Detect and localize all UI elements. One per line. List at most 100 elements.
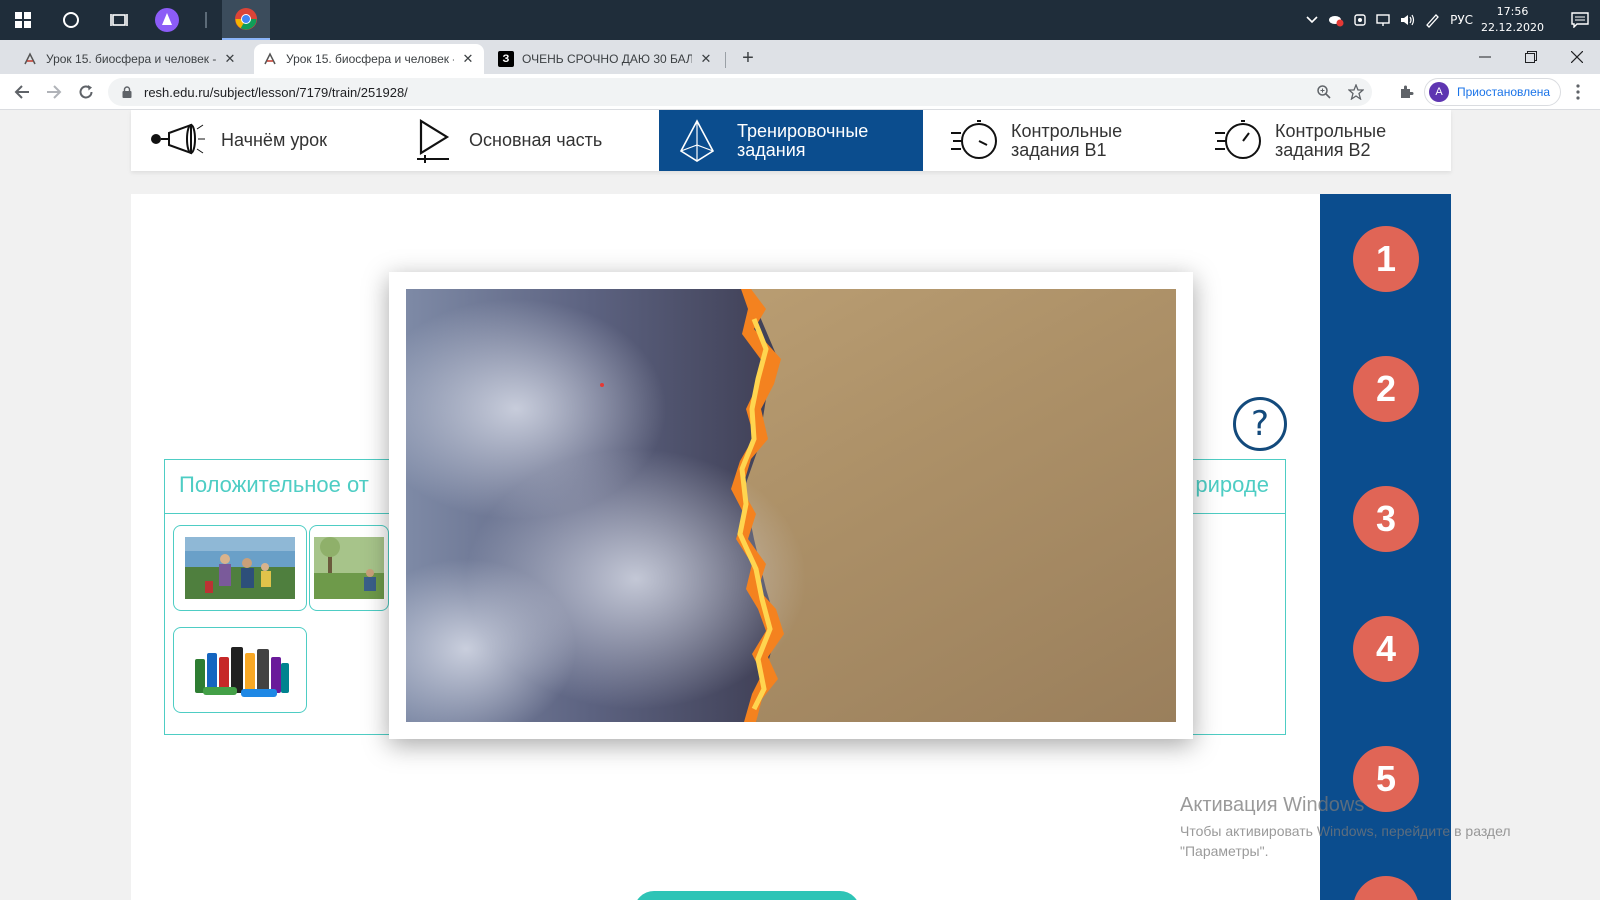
megaphone-icon — [147, 119, 207, 163]
windows-activation-watermark: Активация Windows Чтобы активировать Win… — [1180, 794, 1511, 861]
system-tray: РУС 17:56 22.12.2020 — [1300, 0, 1600, 40]
windows-logo-icon — [15, 12, 31, 28]
bookmark-star-icon[interactable] — [1340, 78, 1372, 106]
task-number-button[interactable]: 1 — [1353, 226, 1419, 292]
browser-tab[interactable]: З ОЧЕНЬ СРОЧНО ДАЮ 30 БАЛЛ ✕ — [490, 44, 722, 74]
nav-control-tasks-b1[interactable]: Контрольные задания В1 — [923, 110, 1187, 171]
stopwatch-icon — [945, 119, 1005, 163]
page-scrollbar[interactable] — [1588, 110, 1600, 900]
restore-icon — [1525, 51, 1537, 63]
batteries-photo — [185, 639, 295, 701]
nav-training-tasks[interactable]: Тренировочные задания — [659, 110, 923, 171]
forward-arrow-icon — [47, 85, 62, 99]
nav-start-lesson[interactable]: Начнём урок — [131, 110, 395, 171]
chrome-icon — [235, 8, 257, 30]
new-tab-button[interactable]: + — [736, 46, 760, 70]
close-window-button[interactable] — [1554, 40, 1600, 74]
web-page: Начнём урок Основная часть Тренировочные… — [0, 110, 1600, 900]
task-number-button-partial[interactable] — [1353, 876, 1419, 900]
search-button[interactable] — [48, 0, 94, 40]
nav-label: Начнём урок — [221, 130, 328, 150]
chrome-menu-kebab-icon[interactable] — [1566, 80, 1590, 104]
watermark-title: Активация Windows — [1180, 794, 1365, 816]
image-zoom-popup[interactable] — [389, 272, 1193, 739]
lesson-navigation: Начнём урок Основная часть Тренировочные… — [131, 110, 1451, 171]
chrome-taskbar-button[interactable] — [222, 0, 270, 40]
tab-title: Урок 15. биосфера и человек - — [286, 52, 454, 66]
input-language[interactable]: РУС — [1450, 13, 1473, 27]
close-icon — [1571, 51, 1583, 63]
alice-assistant-icon — [155, 8, 179, 32]
profile-status-label: Приостановлена — [1457, 85, 1551, 99]
check-answer-button[interactable] — [634, 891, 860, 900]
volume-icon[interactable] — [1396, 0, 1420, 40]
clock-time: 17:56 — [1496, 5, 1529, 18]
resh-favicon-icon — [262, 51, 278, 67]
forward-button[interactable] — [40, 78, 68, 106]
people-park-photo — [314, 537, 384, 599]
windows-start-button[interactable] — [0, 0, 46, 40]
cloud-error-icon[interactable] — [1324, 0, 1348, 40]
browser-tab-strip: Урок 15. биосфера и человек - ✕ Урок 15.… — [0, 40, 1600, 74]
url-text[interactable]: resh.edu.ru/subject/lesson/7179/train/25… — [144, 85, 1308, 100]
tab-separator — [725, 52, 726, 68]
help-button[interactable]: ? — [1233, 397, 1287, 451]
tab-close-icon[interactable]: ✕ — [222, 51, 238, 67]
pen-icon[interactable] — [1420, 0, 1444, 40]
column-heading-negative: рироде — [1195, 472, 1269, 497]
grass-fire-photo — [406, 289, 1176, 722]
nav-label: Контрольные задания В2 — [1275, 120, 1387, 160]
task-view-icon — [110, 14, 128, 26]
taskbar-clock[interactable]: 17:56 22.12.2020 — [1481, 4, 1544, 36]
zoom-icon[interactable] — [1308, 78, 1340, 106]
windows-taskbar: РУС 17:56 22.12.2020 — [0, 0, 1600, 40]
question-mark-icon: ? — [1250, 404, 1270, 444]
task-number-button[interactable]: 4 — [1353, 616, 1419, 682]
task-view-button[interactable] — [96, 0, 142, 40]
tab-close-icon[interactable]: ✕ — [460, 51, 476, 67]
play-icon — [403, 118, 463, 163]
stopwatch-icon — [1209, 119, 1269, 163]
extensions-puzzle-icon[interactable] — [1394, 80, 1418, 104]
alice-button[interactable] — [144, 0, 190, 40]
back-arrow-icon — [14, 85, 29, 99]
nav-main-part[interactable]: Основная часть — [395, 110, 659, 171]
browser-tab[interactable]: Урок 15. биосфера и человек - ✕ — [14, 44, 246, 74]
lock-icon[interactable] — [120, 86, 134, 98]
nav-label: Тренировочные задания — [737, 120, 869, 160]
notification-icon — [1571, 12, 1589, 28]
column-heading-positive: Положительное от — [179, 472, 369, 497]
tab-title: Урок 15. биосфера и человек - — [46, 52, 216, 66]
chevron-up-icon[interactable] — [1300, 0, 1324, 40]
tab-title: ОЧЕНЬ СРОЧНО ДАЮ 30 БАЛЛ — [522, 52, 692, 66]
restore-button[interactable] — [1508, 40, 1554, 74]
minimize-icon — [1479, 56, 1491, 58]
task-number-button[interactable]: 2 — [1353, 356, 1419, 422]
minimize-button[interactable] — [1462, 40, 1508, 74]
znanija-favicon-icon: З — [498, 51, 514, 67]
nav-label: Основная часть — [469, 130, 603, 150]
network-icon[interactable] — [1372, 0, 1396, 40]
pyramid-icon — [667, 118, 727, 163]
back-button[interactable] — [8, 78, 36, 106]
draggable-image-card[interactable] — [173, 627, 307, 713]
nav-control-tasks-b2[interactable]: Контрольные задания В2 — [1187, 110, 1451, 171]
draggable-image-card[interactable] — [309, 525, 389, 611]
browser-tab-active[interactable]: Урок 15. биосфера и человек - ✕ — [254, 44, 484, 74]
notification-center-button[interactable] — [1560, 0, 1600, 40]
address-bar[interactable]: resh.edu.ru/subject/lesson/7179/train/25… — [108, 78, 1372, 106]
clock-date: 22.12.2020 — [1481, 21, 1544, 34]
browser-toolbar: resh.edu.ru/subject/lesson/7179/train/25… — [0, 74, 1600, 110]
watermark-line: "Параметры". — [1180, 843, 1269, 859]
webcam-icon[interactable] — [1348, 0, 1372, 40]
tab-close-icon[interactable]: ✕ — [698, 51, 714, 67]
cortana-circle-icon — [63, 12, 79, 28]
draggable-image-card[interactable] — [173, 525, 307, 611]
task-number-button[interactable]: 3 — [1353, 486, 1419, 552]
avatar: A — [1429, 82, 1449, 102]
reload-button[interactable] — [72, 78, 100, 106]
people-cleanup-photo — [185, 537, 295, 599]
nav-label: Контрольные задания В1 — [1011, 120, 1123, 160]
taskbar-separator — [205, 12, 207, 28]
profile-button[interactable]: A Приостановлена — [1424, 78, 1562, 106]
